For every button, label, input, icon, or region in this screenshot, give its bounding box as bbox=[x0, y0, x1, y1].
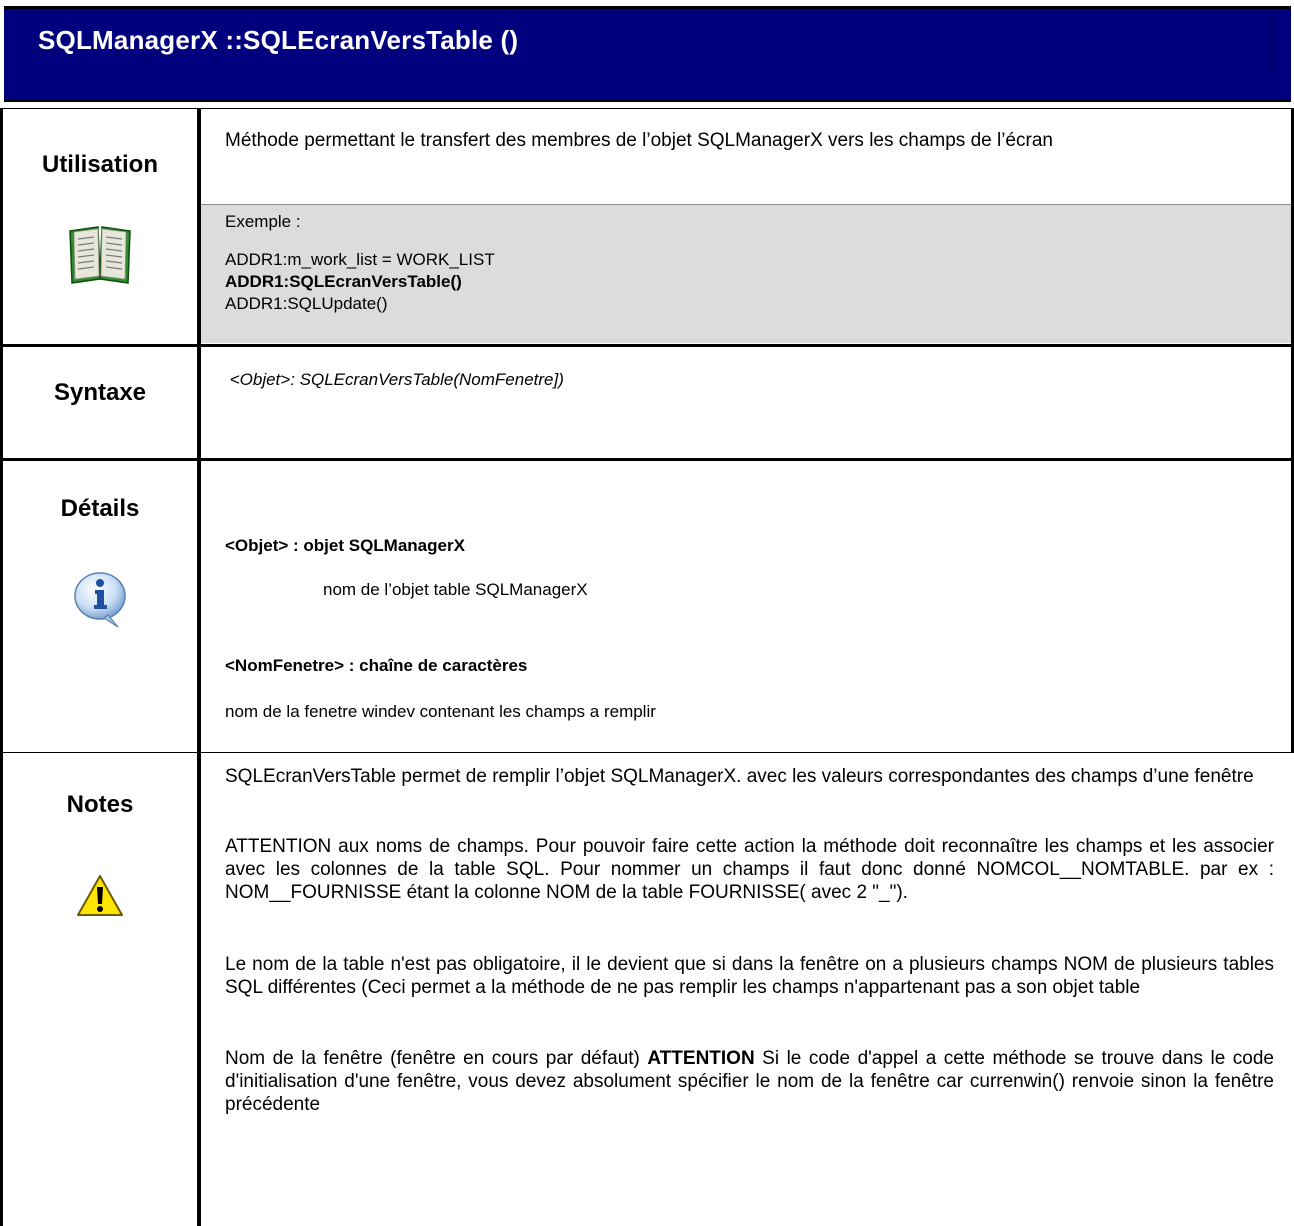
param1-desc: nom de l’objet table SQLManagerX bbox=[323, 580, 588, 599]
param2-desc: nom de la fenetre windev contenant les c… bbox=[225, 702, 656, 721]
label-syntaxe: Syntaxe bbox=[53, 379, 147, 406]
syntax-value: <Objet>: SQLEcranVersTable(NomFenetre]) bbox=[225, 370, 564, 389]
row-utilisation: Utilisation Méthode permettant le transf… bbox=[0, 108, 1294, 344]
content-cell-utilisation: Méthode permettant le transfert des memb… bbox=[201, 109, 1294, 344]
notes-p1: SQLEcranVersTable permet de remplir l’ob… bbox=[225, 766, 1254, 787]
example-heading: Exemple : bbox=[225, 212, 301, 231]
warning-icon bbox=[3, 873, 197, 919]
param2-title: <NomFenetre> : chaîne de caractères bbox=[225, 656, 528, 675]
label-utilisation: Utilisation bbox=[41, 151, 158, 178]
label-cell-notes: Notes bbox=[0, 753, 201, 1226]
label-notes: Notes bbox=[66, 791, 134, 818]
notes-p3: Le nom de la table n'est pas obligatoire… bbox=[225, 954, 1274, 998]
page-title: SQLManagerX ::SQLEcranVersTable () bbox=[38, 25, 519, 55]
header-edge bbox=[1271, 17, 1273, 77]
content-cell-details: <Objet> : objet SQLManagerX nom de l’obj… bbox=[201, 461, 1294, 752]
param1-title: <Objet> : objet SQLManagerX bbox=[225, 536, 465, 555]
content-cell-syntaxe: <Objet>: SQLEcranVersTable(NomFenetre]) bbox=[201, 347, 1294, 458]
example-line-1: ADDR1:m_work_list = WORK_LIST bbox=[225, 250, 495, 269]
row-details: Détails <Objet>: objet SQLManagerX nom … bbox=[0, 458, 1294, 752]
label-cell-syntaxe: Syntaxe bbox=[0, 347, 201, 458]
content-cell-notes: SQLEcranVersTable permet de remplir l’ob… bbox=[201, 753, 1294, 1226]
notes-p4-pre: Nom de la fenêtre (fenêtre en cours par … bbox=[225, 1048, 648, 1069]
title-band: SQLManagerX ::SQLEcranVersTable () bbox=[4, 6, 1291, 102]
info-icon bbox=[3, 569, 197, 631]
label-details: Détails bbox=[60, 495, 140, 522]
example-box: Exemple : ADDR1:m_work_list = WORK_LIST … bbox=[201, 204, 1291, 343]
book-icon bbox=[3, 223, 197, 285]
example-line-3: ADDR1:SQLUpdate() bbox=[225, 294, 388, 313]
label-cell-details: Détails bbox=[0, 461, 201, 752]
utilisation-description: Méthode permettant le transfert des memb… bbox=[225, 130, 1053, 151]
notes-p4: Nom de la fenêtre (fenêtre en cours par … bbox=[225, 1047, 1274, 1116]
doc-table: Utilisation Méthode permettant le transf… bbox=[0, 108, 1294, 1226]
row-notes: Notes SQLEcranVersTable permet de rempli… bbox=[0, 752, 1294, 1226]
row-syntaxe: Syntaxe <Objet>: SQLEcranVersTable(NomFe… bbox=[0, 344, 1294, 458]
notes-p4-bold: ATTENTION bbox=[647, 1048, 755, 1069]
notes-p2: ATTENTION aux noms de champs. Pour pouvo… bbox=[225, 836, 1274, 903]
example-line-2: ADDR1:SQLEcranVersTable() bbox=[225, 272, 462, 291]
label-cell-utilisation: Utilisation bbox=[0, 109, 201, 344]
header-bar: SQLManagerX ::SQLEcranVersTable () bbox=[0, 0, 1294, 108]
